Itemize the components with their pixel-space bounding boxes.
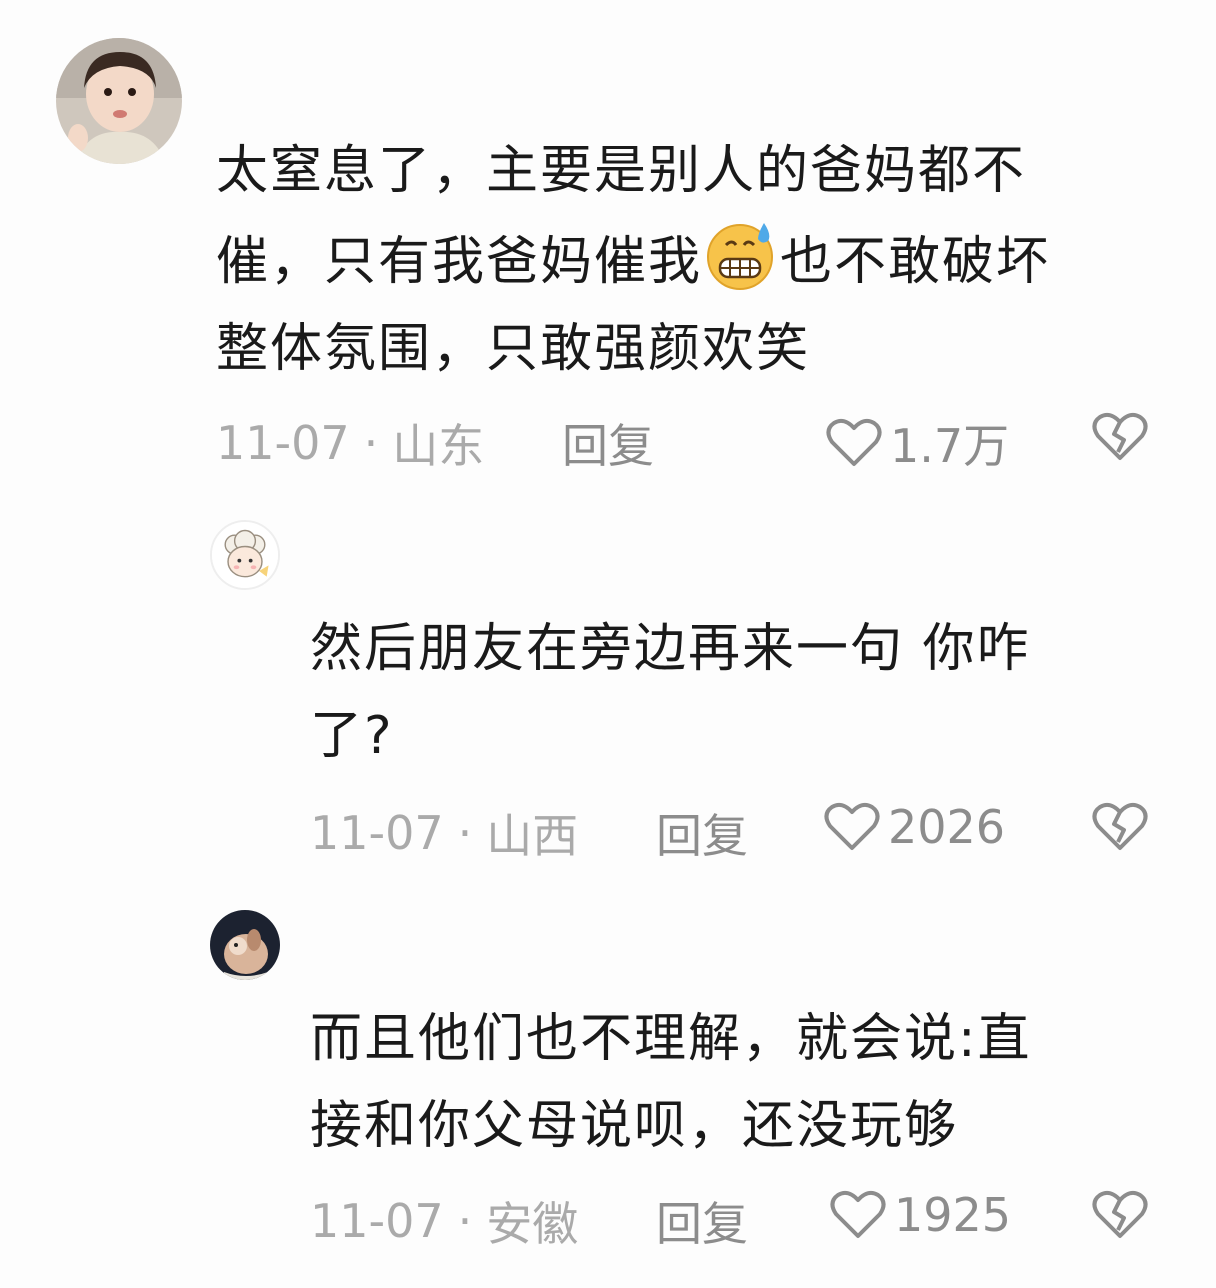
comment-location: 山东	[392, 419, 485, 473]
avatar[interactable]	[210, 520, 280, 590]
meta-separator: ·	[457, 806, 473, 860]
avatar[interactable]	[56, 38, 182, 164]
like-button[interactable]: 1.7万	[826, 410, 1009, 476]
avatar[interactable]	[210, 910, 280, 980]
comment-date: 11-07	[216, 416, 350, 470]
like-button[interactable]: 1925	[830, 1188, 1011, 1242]
like-button[interactable]: 2026	[824, 800, 1005, 854]
reply-button[interactable]: 回复	[656, 800, 748, 866]
meta-separator: ·	[457, 1194, 473, 1248]
comment-location: 安徽	[486, 1197, 579, 1251]
comment-date: 11-07	[310, 806, 444, 860]
broken-heart-icon[interactable]	[1092, 1190, 1148, 1240]
broken-heart-icon[interactable]	[1092, 412, 1148, 462]
comment-meta: 11-07 · 安徽	[310, 1188, 578, 1254]
broken-heart-icon[interactable]	[1092, 802, 1148, 852]
comment-line: 催，只有我爸妈催我 也不敢破坏	[216, 215, 1156, 306]
like-count: 1925	[894, 1188, 1012, 1242]
like-count: 1.7万	[890, 419, 1010, 473]
comment-meta: 11-07 · 山西	[310, 800, 578, 866]
comment-line: 了?	[310, 706, 394, 766]
comment-text: 太窒息了，主要是别人的爸妈都不 催，只有我爸妈催我 也不敢破坏 整体氛围，只敢强…	[216, 128, 1156, 393]
comment-line: 太窒息了，主要是别人的爸妈都不	[216, 141, 1027, 201]
like-count: 2026	[888, 800, 1006, 854]
comment-line-part: 也不敢破坏	[780, 232, 1051, 292]
heart-outline-icon	[826, 418, 882, 466]
comment-line-part: 催，只有我爸妈催我	[216, 232, 703, 292]
comment-meta: 11-07 · 山东	[216, 410, 484, 476]
meta-separator: ·	[363, 416, 379, 470]
heart-outline-icon	[824, 802, 880, 850]
comment-line: 然后朋友在旁边再来一句 你咋	[310, 619, 1031, 679]
comment-text: 然后朋友在旁边再来一句 你咋 了?	[310, 606, 1130, 780]
comment-date: 11-07	[310, 1194, 444, 1248]
comment-location: 山西	[486, 809, 579, 863]
comment-text: 而且他们也不理解，就会说:直 接和你父母说呗，还没玩够	[310, 996, 1130, 1170]
heart-outline-icon	[830, 1190, 886, 1238]
sweat-grin-emoji-icon	[702, 215, 780, 293]
reply-button[interactable]: 回复	[562, 410, 654, 476]
reply-button[interactable]: 回复	[656, 1188, 748, 1254]
comment-line: 而且他们也不理解，就会说:直	[310, 1009, 1032, 1069]
comment-line: 接和你父母说呗，还没玩够	[310, 1096, 959, 1156]
comment-line: 整体氛围，只敢强颜欢笑	[216, 319, 811, 379]
